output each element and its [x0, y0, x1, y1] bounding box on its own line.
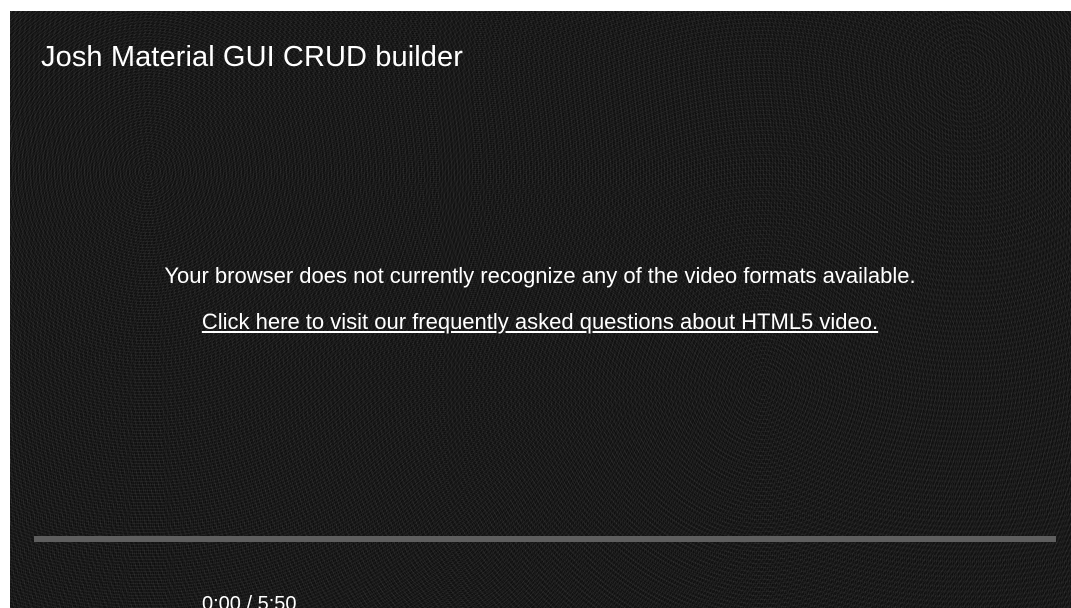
- html5-video-faq-link[interactable]: Click here to visit our frequently asked…: [202, 309, 878, 334]
- video-title: Josh Material GUI CRUD builder: [41, 41, 464, 73]
- video-player[interactable]: Josh Material GUI CRUD builder Your brow…: [10, 11, 1071, 608]
- format-error-text: Your browser does not currently recogniz…: [164, 263, 916, 288]
- time-display: 0:00 / 5:50: [202, 593, 297, 608]
- unsupported-format-message: Your browser does not currently recogniz…: [130, 253, 950, 345]
- progress-bar[interactable]: [34, 536, 1056, 542]
